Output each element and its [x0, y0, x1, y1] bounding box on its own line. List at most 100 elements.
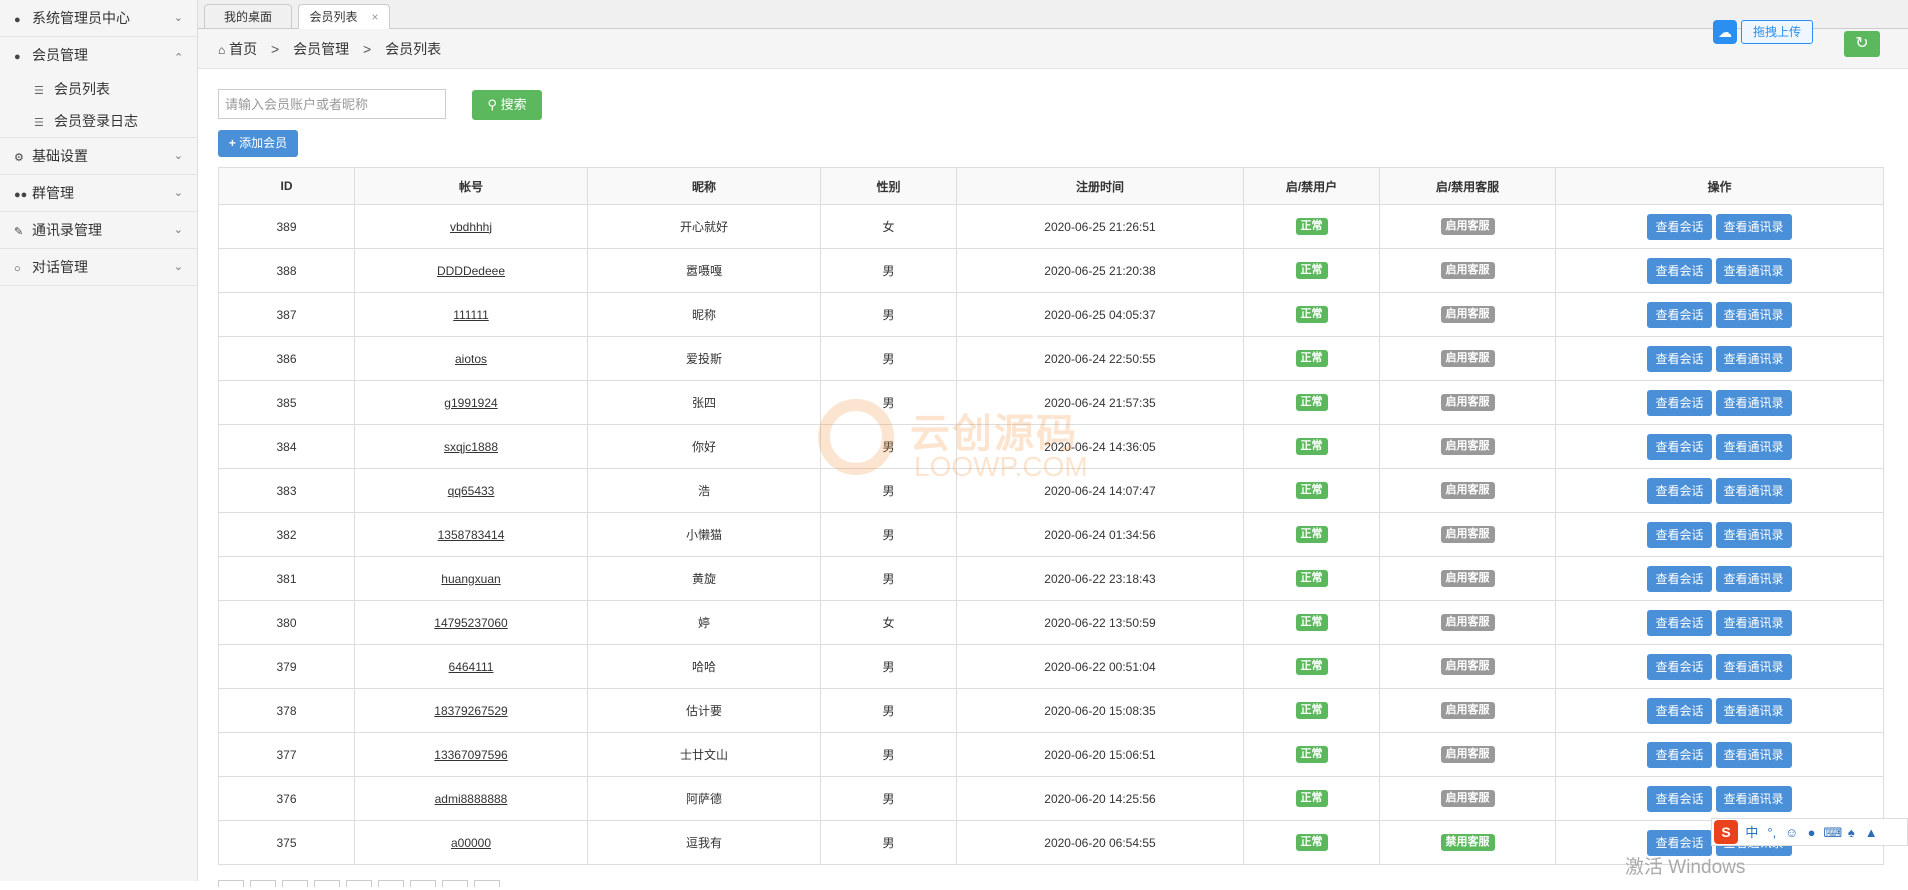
breadcrumb-home[interactable]: 首页 [229, 41, 257, 57]
member-account-link[interactable]: 14795237060 [434, 616, 507, 630]
menu-head-contacts[interactable]: ✎ 通讯录管理 ⌄ [0, 212, 197, 248]
page-button[interactable] [346, 880, 372, 887]
sidebar-item-member-list[interactable]: ☰ 会员列表 [0, 73, 197, 105]
search-button[interactable]: ⚲ 搜索 [472, 90, 542, 120]
close-icon[interactable]: × [372, 10, 379, 24]
microphone-icon[interactable]: ● [1804, 820, 1820, 846]
drag-upload-widget[interactable]: ☁ 拖拽上传 [1713, 20, 1813, 46]
user-status-badge[interactable]: 正常 [1295, 702, 1328, 719]
menu-head-basic-settings[interactable]: ⚙ 基础设置 ⌄ [0, 138, 197, 174]
user-status-badge[interactable]: 正常 [1295, 526, 1328, 543]
view-session-button[interactable]: 查看会话 [1647, 257, 1712, 284]
shirt-icon[interactable]: ▲ [1863, 820, 1879, 846]
service-status-badge[interactable]: 启用客服 [1440, 218, 1495, 235]
menu-group-admin-center[interactable]: ● 系统管理员中心 ⌄ [0, 0, 197, 37]
tab-member-list[interactable]: 会员列表 × [298, 4, 390, 29]
keyboard-icon[interactable]: ⌨ [1823, 820, 1842, 846]
service-status-badge[interactable]: 启用客服 [1440, 394, 1495, 411]
view-session-button[interactable]: 查看会话 [1647, 653, 1712, 680]
search-input[interactable] [218, 89, 446, 119]
menu-head-group-manage[interactable]: ●● 群管理 ⌄ [0, 175, 197, 211]
service-status-badge[interactable]: 启用客服 [1440, 746, 1495, 763]
view-session-button[interactable]: 查看会话 [1647, 433, 1712, 460]
page-button[interactable] [474, 880, 500, 887]
user-status-badge[interactable]: 正常 [1295, 306, 1328, 323]
page-button[interactable] [218, 880, 244, 887]
page-button[interactable] [410, 880, 436, 887]
user-status-badge[interactable]: 正常 [1295, 350, 1328, 367]
service-status-badge[interactable]: 启用客服 [1440, 614, 1495, 631]
view-session-button[interactable]: 查看会话 [1647, 213, 1712, 240]
menu-head-dialog[interactable]: ○ 对话管理 ⌄ [0, 249, 197, 285]
member-account-link[interactable]: sxqjc1888 [444, 440, 498, 454]
view-contacts-button[interactable]: 查看通讯录 [1715, 697, 1792, 724]
member-account-link[interactable]: a00000 [451, 836, 491, 850]
skin-icon[interactable]: ♠ [1843, 820, 1859, 846]
add-member-button[interactable]: + 添加会员 [218, 130, 298, 157]
view-contacts-button[interactable]: 查看通讯录 [1715, 609, 1792, 636]
user-status-badge[interactable]: 正常 [1295, 570, 1328, 587]
breadcrumb-item[interactable]: 会员管理 [293, 41, 349, 57]
member-account-link[interactable]: vbdhhhj [450, 220, 492, 234]
member-account-link[interactable]: 13367097596 [434, 748, 507, 762]
tab-my-desktop[interactable]: 我的桌面 [204, 4, 292, 28]
page-button[interactable] [378, 880, 404, 887]
view-session-button[interactable]: 查看会话 [1647, 389, 1712, 416]
view-contacts-button[interactable]: 查看通讯录 [1715, 345, 1792, 372]
service-status-badge[interactable]: 启用客服 [1440, 702, 1495, 719]
user-status-badge[interactable]: 正常 [1295, 394, 1328, 411]
view-contacts-button[interactable]: 查看通讯录 [1715, 213, 1792, 240]
page-button[interactable] [442, 880, 468, 887]
member-account-link[interactable]: DDDDedeee [437, 264, 505, 278]
member-account-link[interactable]: admi8888888 [435, 792, 508, 806]
view-session-button[interactable]: 查看会话 [1647, 301, 1712, 328]
user-status-badge[interactable]: 正常 [1295, 262, 1328, 279]
service-status-badge[interactable]: 启用客服 [1440, 482, 1495, 499]
menu-group-member[interactable]: ● 会员管理 ⌄ ☰ 会员列表 ☰ 会员登录日志 [0, 37, 197, 138]
ime-mode[interactable]: 中 [1744, 820, 1760, 846]
sidebar-item-member-login-log[interactable]: ☰ 会员登录日志 [0, 105, 197, 137]
user-status-badge[interactable]: 正常 [1295, 834, 1328, 851]
view-contacts-button[interactable]: 查看通讯录 [1715, 257, 1792, 284]
member-account-link[interactable]: aiotos [455, 352, 487, 366]
ime-logo[interactable]: S [1714, 820, 1738, 844]
menu-group-group-manage[interactable]: ●● 群管理 ⌄ [0, 175, 197, 212]
member-account-link[interactable]: 1358783414 [438, 528, 505, 542]
view-session-button[interactable]: 查看会话 [1647, 609, 1712, 636]
view-session-button[interactable]: 查看会话 [1647, 521, 1712, 548]
view-contacts-button[interactable]: 查看通讯录 [1715, 521, 1792, 548]
user-status-badge[interactable]: 正常 [1295, 438, 1328, 455]
view-session-button[interactable]: 查看会话 [1647, 345, 1712, 372]
user-status-badge[interactable]: 正常 [1295, 658, 1328, 675]
service-status-badge[interactable]: 启用客服 [1440, 658, 1495, 675]
view-session-button[interactable]: 查看会话 [1647, 697, 1712, 724]
view-contacts-button[interactable]: 查看通讯录 [1715, 301, 1792, 328]
view-contacts-button[interactable]: 查看通讯录 [1715, 389, 1792, 416]
view-session-button[interactable]: 查看会话 [1647, 477, 1712, 504]
view-contacts-button[interactable]: 查看通讯录 [1715, 433, 1792, 460]
user-status-badge[interactable]: 正常 [1295, 614, 1328, 631]
member-account-link[interactable]: 18379267529 [434, 704, 507, 718]
punctuation-icon[interactable]: °, [1764, 820, 1780, 846]
menu-head-member[interactable]: ● 会员管理 ⌄ [0, 37, 197, 73]
service-status-badge[interactable]: 启用客服 [1440, 262, 1495, 279]
service-status-badge[interactable]: 启用客服 [1440, 350, 1495, 367]
menu-head-admin-center[interactable]: ● 系统管理员中心 ⌄ [0, 0, 197, 36]
member-account-link[interactable]: 6464111 [449, 660, 494, 674]
service-status-badge[interactable]: 禁用客服 [1440, 834, 1495, 851]
service-status-badge[interactable]: 启用客服 [1440, 306, 1495, 323]
menu-group-contacts[interactable]: ✎ 通讯录管理 ⌄ [0, 212, 197, 249]
view-contacts-button[interactable]: 查看通讯录 [1715, 477, 1792, 504]
page-button[interactable] [314, 880, 340, 887]
service-status-badge[interactable]: 启用客服 [1440, 438, 1495, 455]
emoji-icon[interactable]: ☺ [1784, 820, 1800, 846]
page-button[interactable] [250, 880, 276, 887]
service-status-badge[interactable]: 启用客服 [1440, 790, 1495, 807]
ime-toolbar[interactable]: S 中 °, ☺ ● ⌨ ♠ ▲ [1711, 818, 1908, 846]
view-session-button[interactable]: 查看会话 [1647, 565, 1712, 592]
view-session-button[interactable]: 查看会话 [1647, 785, 1712, 812]
view-session-button[interactable]: 查看会话 [1647, 741, 1712, 768]
user-status-badge[interactable]: 正常 [1295, 790, 1328, 807]
user-status-badge[interactable]: 正常 [1295, 482, 1328, 499]
menu-group-dialog[interactable]: ○ 对话管理 ⌄ [0, 249, 197, 286]
